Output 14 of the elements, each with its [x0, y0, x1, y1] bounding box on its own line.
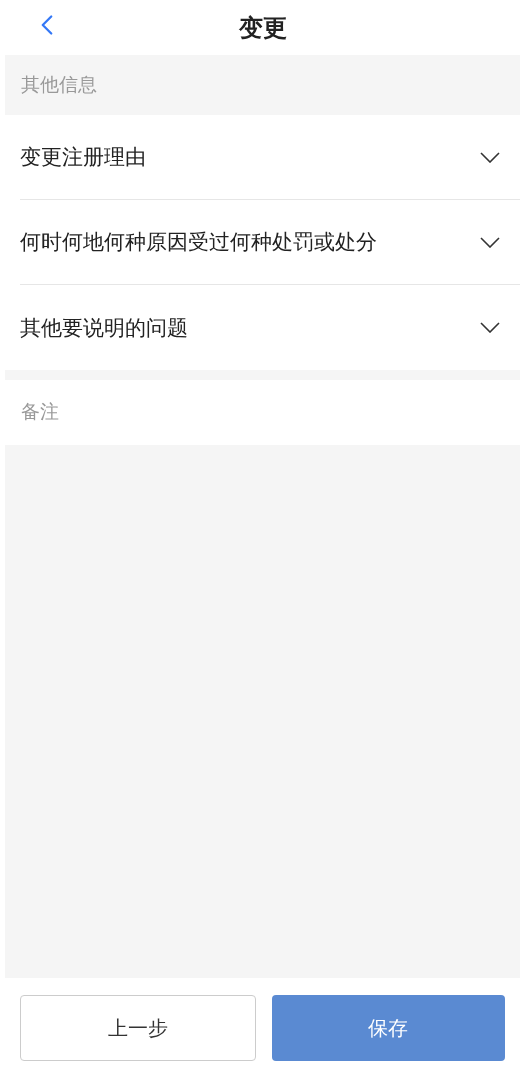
- dropdown-row[interactable]: 变更注册理由: [20, 115, 520, 200]
- save-button[interactable]: 保存: [271, 994, 505, 1061]
- dropdown-row[interactable]: 何时何地何种原因受过何种处罚或处分: [20, 200, 520, 285]
- chevron-down-icon: [480, 151, 500, 163]
- row-label: 何时何地何种原因受过何种处罚或处分: [20, 229, 377, 256]
- row-label: 其他要说明的问题: [20, 314, 188, 341]
- section-header: 其他信息: [5, 55, 520, 115]
- dropdown-row[interactable]: 其他要说明的问题: [20, 285, 520, 370]
- chevron-down-icon: [480, 236, 500, 248]
- row-label: 变更注册理由: [20, 144, 146, 171]
- page-title: 变更: [238, 12, 287, 43]
- chevron-down-icon: [480, 322, 500, 333]
- remarks-label: 备注: [21, 400, 59, 425]
- previous-step-button[interactable]: 上一步: [20, 994, 256, 1061]
